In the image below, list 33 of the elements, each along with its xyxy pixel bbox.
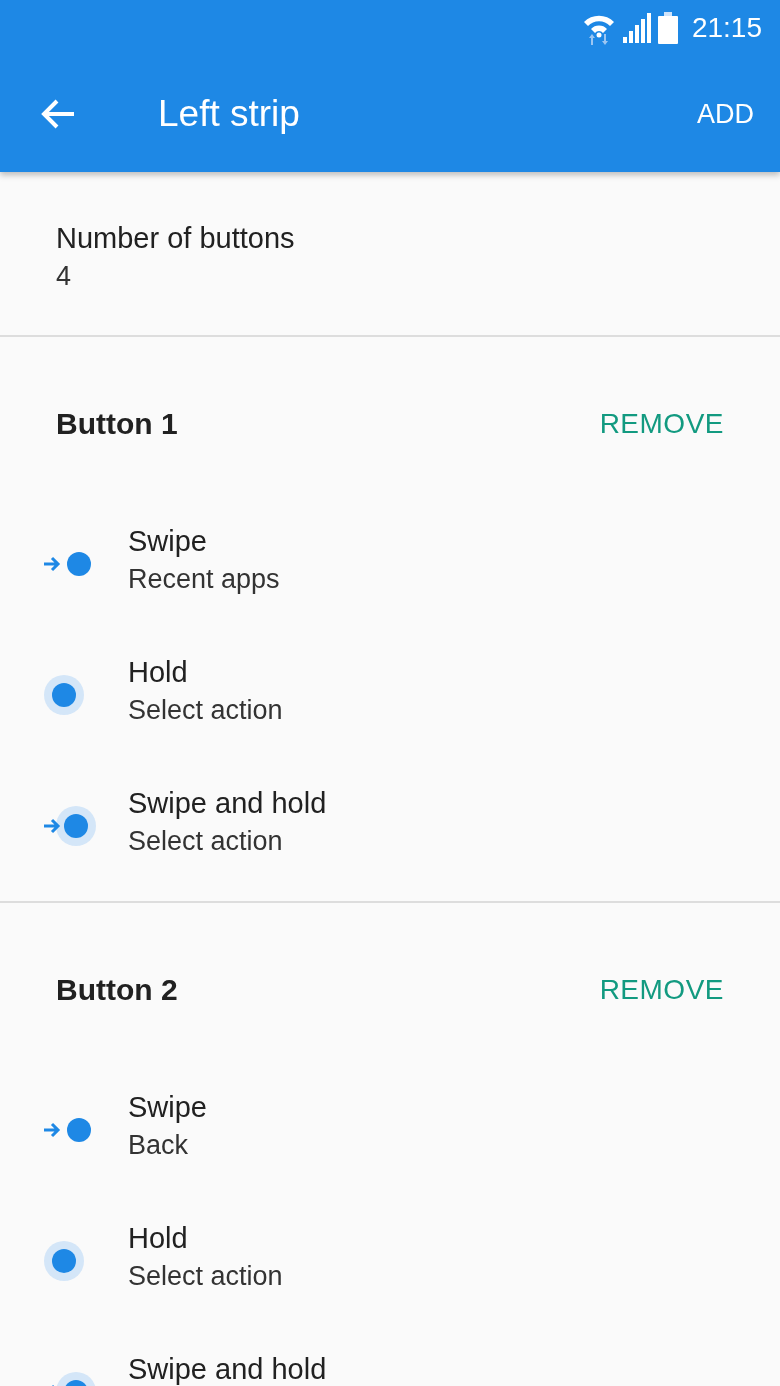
add-button[interactable]: ADD	[693, 94, 758, 134]
gesture-action: Select action	[128, 695, 283, 726]
back-arrow-icon	[40, 98, 76, 130]
gesture-row[interactable]: Hold Select action	[0, 1196, 780, 1327]
gesture-row[interactable]: Swipe and hold Select action	[0, 761, 780, 892]
signal-icon	[621, 13, 652, 43]
screen-title: Left strip	[158, 93, 301, 135]
gesture-row[interactable]: Swipe Recent apps	[0, 499, 780, 630]
gesture-action: Select action	[128, 1261, 283, 1292]
gesture-row[interactable]: Hold Select action	[0, 630, 780, 761]
gesture-label: Swipe and hold	[128, 1353, 327, 1386]
hold-gesture-icon	[44, 1241, 84, 1281]
gesture-label: Hold	[128, 656, 189, 689]
gesture-label: Swipe and hold	[128, 787, 327, 820]
swipe-gesture-icon	[44, 1118, 92, 1142]
battery-icon	[657, 12, 678, 44]
gesture-label: Swipe	[128, 1091, 207, 1124]
gesture-action: Select action	[128, 826, 284, 857]
button-heading: Button 2	[56, 973, 178, 1007]
swipe-gesture-icon	[44, 552, 92, 576]
gesture-action: Recent apps	[128, 564, 280, 595]
setting-value: 4	[56, 261, 73, 292]
hold-gesture-icon	[44, 675, 84, 715]
gesture-action: Back	[128, 1130, 190, 1161]
swipe-hold-gesture-icon	[44, 806, 96, 846]
gesture-row[interactable]: Swipe Back	[0, 1065, 780, 1196]
status-time: 21:15	[691, 12, 762, 44]
gesture-label: Hold	[128, 1222, 189, 1255]
gesture-row[interactable]: Swipe and hold	[0, 1327, 780, 1386]
setting-label: Number of buttons	[56, 222, 296, 255]
button-heading: Button 1	[56, 407, 178, 441]
gesture-label: Swipe	[128, 525, 208, 558]
setting-row[interactable]: Number of buttons 4	[0, 172, 780, 337]
